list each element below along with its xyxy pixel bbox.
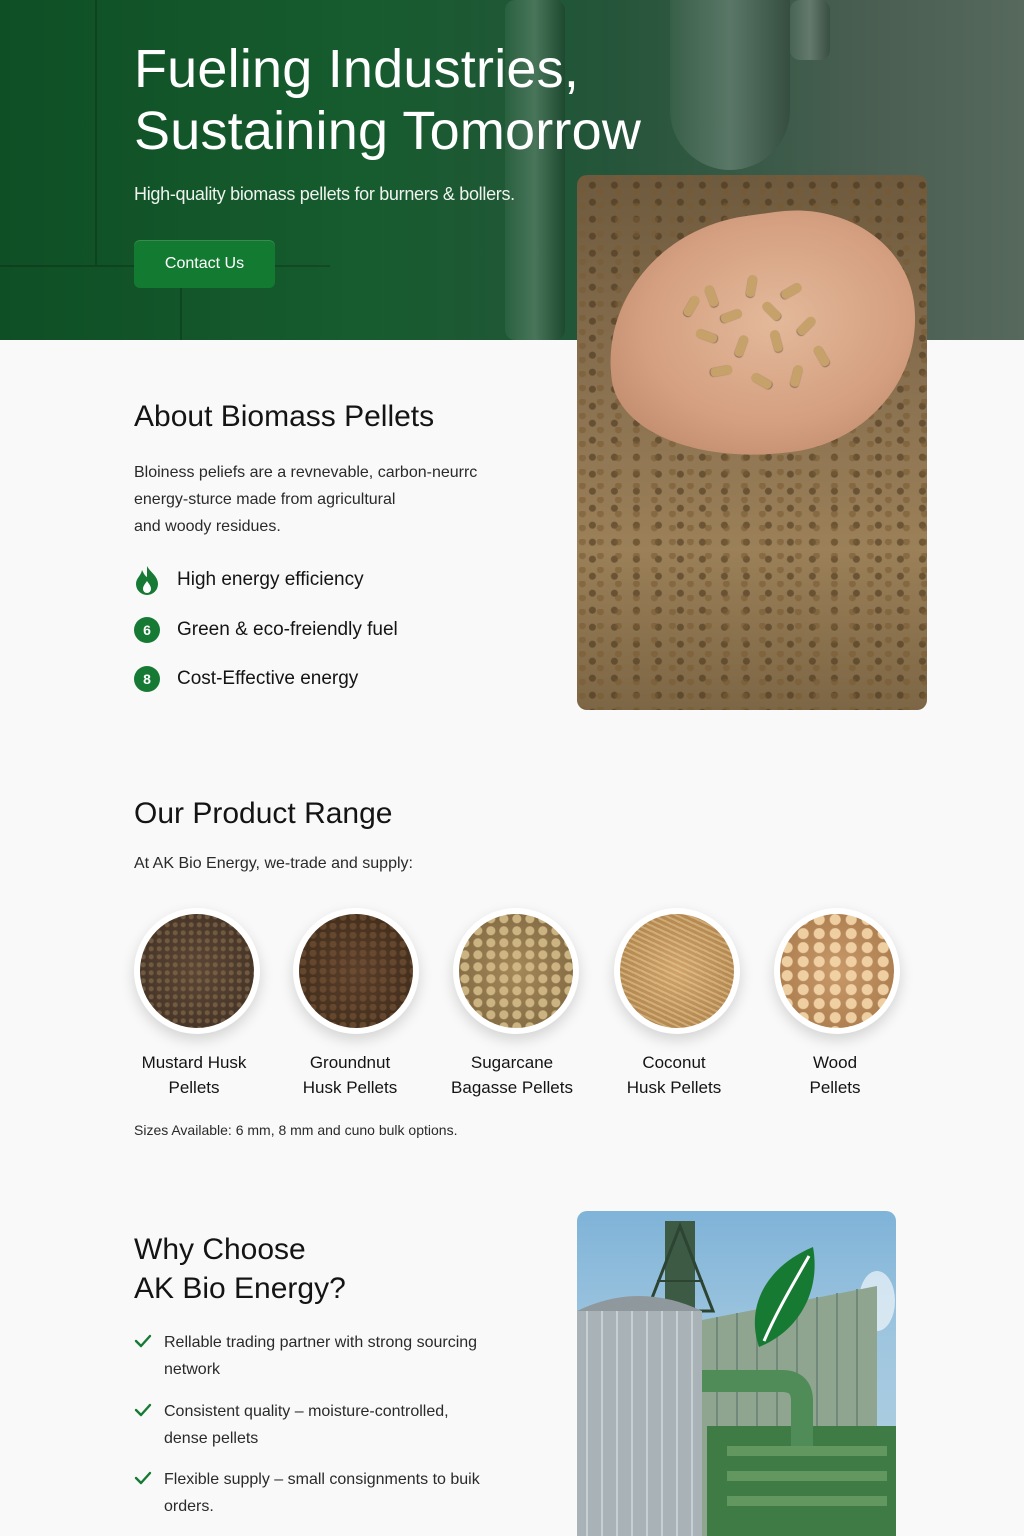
products-title: Our Product Range [134,797,393,830]
product-name-line: Pellets [168,1078,220,1097]
product-name: Sugarcane Bagasse Pellets [437,1050,587,1100]
product-name-line: Coconut [642,1053,706,1072]
feature-label: Cost-Effective energy [177,668,359,689]
product-name: Mustard Husk Pellets [119,1050,269,1100]
why-text: Consistent quality – moisture-controlled… [164,1398,449,1452]
why-list-item: Flexible supply – small consignments to … [134,1466,514,1520]
pellet-texture [140,914,254,1028]
hero-title: Fueling Industries, Sustaining Tomorrow [134,38,754,162]
plant-illustration [577,1221,896,1536]
product-name-line: Wood [812,1053,858,1072]
why-list-item: Rellable trading partner with strong sou… [134,1329,514,1383]
pellet-texture [780,914,894,1028]
pellet-texture [299,914,413,1028]
product-name-line: Groundnut [309,1053,391,1072]
hero-title-line: Fueling Industries, [134,39,580,99]
why-list-item: Consistent quality – moisture-controlled… [134,1398,514,1452]
product-name-line: Sugarcane [470,1053,554,1072]
about-line: and woody residues. [134,518,281,535]
background-panel-line [95,0,97,265]
product-name: Wood Pellets [760,1050,910,1100]
hand-holding-pellets [591,194,927,476]
why-text-line: Flexible supply – small consignments to … [164,1471,480,1488]
number-badge: 6 [134,617,160,643]
why-title: Why Choose AK Bio Energy? [134,1230,434,1308]
mustard-husk-pellets-image [134,908,260,1034]
check-icon [134,1466,164,1520]
contact-us-button[interactable]: Contact Us [134,240,275,288]
feature-label: High energy efficiency [177,569,364,590]
product-name-line: Pellets [809,1078,861,1097]
sizes-available-note: Sizes Available: 6 mm, 8 mm and cuno bul… [134,1122,458,1138]
coconut-husk-pellets-image [614,908,740,1034]
pellet-texture [620,914,734,1028]
why-text-line: Consistent quality – moisture-controlled… [164,1403,449,1420]
flame-leaf-icon [134,565,160,595]
feature-label: Green & eco-freiendly fuel [177,619,398,640]
why-title-line: Why Choose [134,1233,306,1266]
product-name-line: Bagasse Pellets [451,1078,573,1097]
product-name-line: Husk Pellets [302,1078,398,1097]
feature-item: 6 Green & eco-freiendly fuel [134,615,398,645]
feature-item: High energy efficiency [134,565,364,595]
about-line: Bloiness peliefs are a revnevable, carbo… [134,464,478,481]
about-description: Bloiness peliefs are a revnevable, carbo… [134,459,514,540]
about-title: About Biomass Pellets [134,400,435,433]
check-icon [134,1398,164,1452]
biomass-plant-image [577,1211,896,1536]
products-intro: At AK Bio Energy, we-trade and supply: [134,855,413,872]
hero-title-line: Sustaining Tomorrow [134,101,642,161]
sugarcane-bagasse-pellets-image [453,908,579,1034]
background-pipe [790,0,830,60]
hero-subtitle: High-quality biomass pellets for burners… [134,184,515,204]
check-icon [134,1329,164,1383]
why-title-line: AK Bio Energy? [134,1272,346,1305]
why-text-line: network [164,1361,221,1378]
product-name: Coconut Husk Pellets [599,1050,749,1100]
groundnut-husk-pellets-image [293,908,419,1034]
why-text-line: dense pellets [164,1430,259,1447]
number-badge: 8 [134,666,160,692]
biomass-pellets-photo [577,175,927,710]
product-name-line: Mustard Husk [141,1053,247,1072]
why-text: Rellable trading partner with strong sou… [164,1329,477,1383]
pellet-texture [459,914,573,1028]
why-text-line: Rellable trading partner with strong sou… [164,1334,478,1351]
feature-item: 8 Cost-Effective energy [134,664,358,694]
why-text: Flexible supply – small consignments to … [164,1466,480,1520]
product-name-line: Husk Pellets [626,1078,722,1097]
wood-pellets-image [774,908,900,1034]
product-name: Groundnut Husk Pellets [275,1050,425,1100]
about-line: energy-sturce made from agricultural [134,491,396,508]
why-text-line: orders. [164,1498,214,1515]
